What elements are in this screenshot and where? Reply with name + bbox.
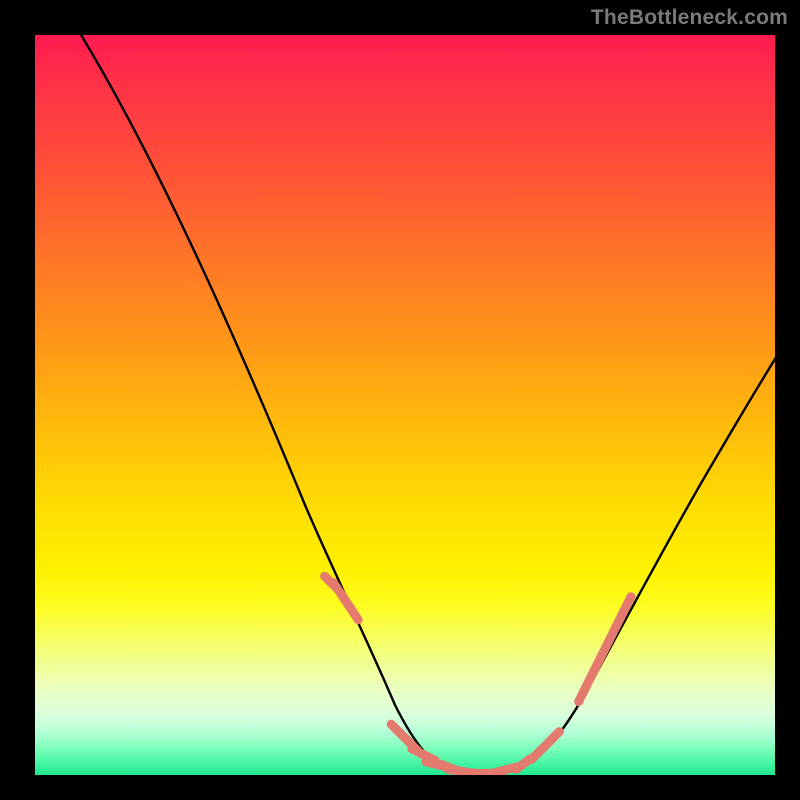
outer-frame: TheBottleneck.com [0, 0, 800, 800]
marker-pill [532, 746, 545, 759]
marker-pill [547, 732, 560, 745]
watermark-text: TheBottleneck.com [591, 6, 788, 30]
curve-svg [35, 35, 775, 775]
bottleneck-curve-path [75, 35, 775, 775]
marker-group [325, 576, 631, 775]
plot-area [35, 35, 775, 775]
marker-pill [348, 605, 358, 620]
